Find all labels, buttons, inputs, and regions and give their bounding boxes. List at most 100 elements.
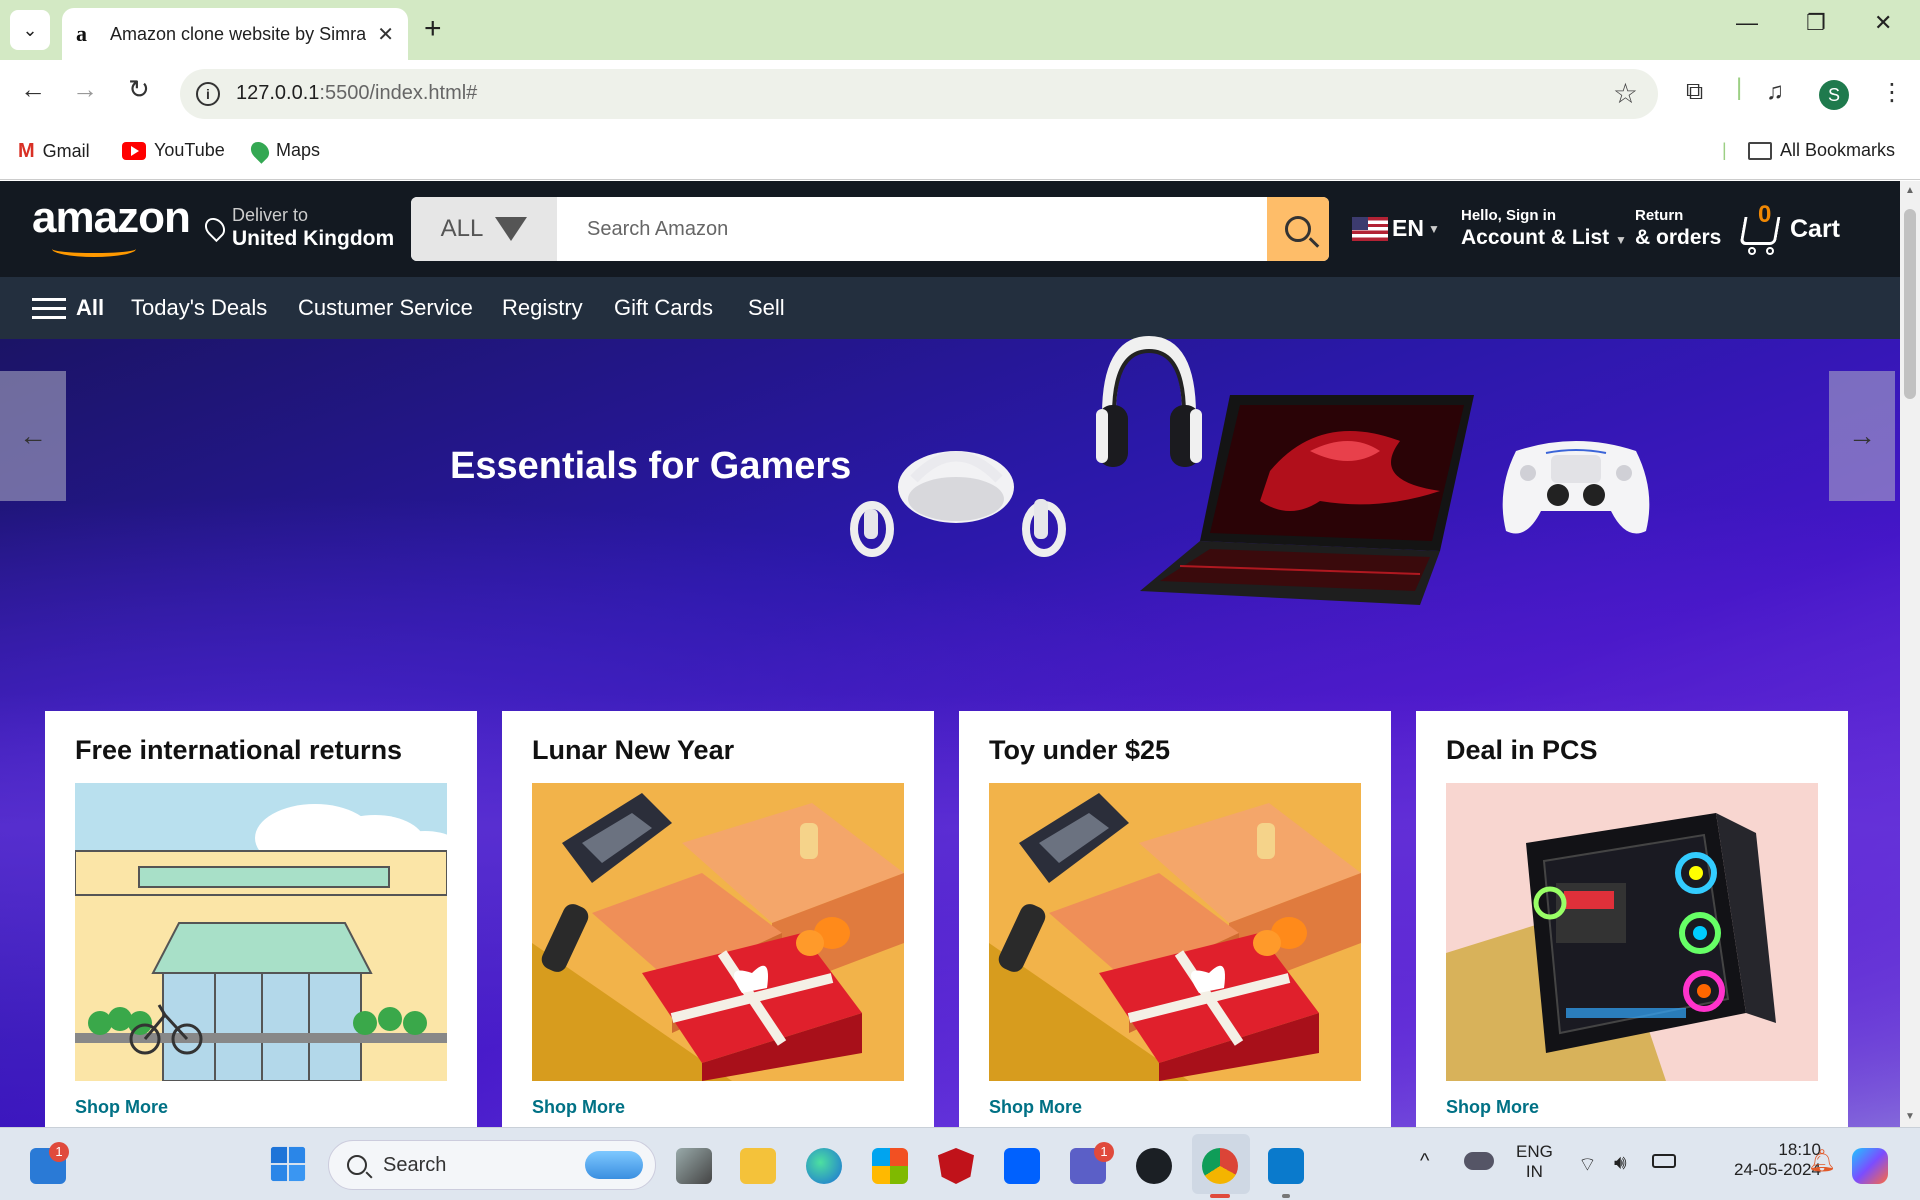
card-toy-under-25: Toy under $25 Shop More [959,711,1391,1127]
input-language[interactable]: ENG IN [1516,1142,1553,1182]
onedrive-icon[interactable] [1464,1152,1494,1170]
subnav-customer-service[interactable]: Custumer Service [298,295,473,321]
hero-title: Essentials for Gamers [450,445,852,487]
search-highlight-icon [585,1151,643,1179]
mcafee-icon[interactable] [938,1148,974,1184]
edge-icon[interactable] [806,1148,842,1184]
shop-more-link[interactable]: Shop More [532,1097,625,1118]
site-info-icon[interactable]: i [196,82,220,106]
windows-start-icon[interactable] [270,1146,306,1182]
windows-taskbar: 1 Search 1 ^ ENG IN ⌔ 🔊︎ 18:10 24-05-202… [0,1127,1920,1200]
profile-avatar[interactable]: S [1819,80,1849,110]
search-icon [1285,216,1311,242]
cart-wheel-icon [1766,247,1774,255]
dropdown-triangle-icon [495,217,528,241]
page-scrollbar[interactable]: ▲ ▼ [1900,181,1920,1127]
all-bookmarks-button[interactable]: All Bookmarks [1748,140,1895,161]
chrome-icon[interactable] [1202,1148,1238,1184]
scrollbar-thumb[interactable] [1904,209,1916,399]
dropbox-icon[interactable] [1004,1148,1040,1184]
wifi-icon[interactable]: ⌔ [1578,1152,1597,1177]
media-control-icon[interactable]: ♫ [1766,78,1784,106]
tab-close-icon[interactable]: ✕ [377,22,394,47]
battery-icon[interactable] [1652,1154,1676,1168]
tab-search-button[interactable]: ⌄ [10,10,50,50]
copilot-icon[interactable] [1852,1148,1888,1184]
bookmark-maps[interactable]: Maps [247,137,320,164]
minimize-icon[interactable]: — [1736,10,1758,36]
hamburger-menu-icon[interactable] [32,298,66,320]
account-label: Account & List ▼ [1461,226,1627,249]
search-bar: ALL [411,197,1329,261]
bookmark-label: Gmail [42,141,90,161]
returns-and-orders[interactable]: Return & orders [1635,207,1721,250]
search-input[interactable] [557,197,1257,261]
volume-icon[interactable]: 🔊︎ [1614,1152,1627,1175]
restore-icon[interactable]: ❐ [1806,10,1826,36]
carousel-next-button[interactable]: → [1829,371,1895,501]
url-text[interactable]: 127.0.0.1:5500/index.html# [236,82,477,105]
all-bookmarks-label: All Bookmarks [1780,140,1896,160]
microsoft-store-icon[interactable] [872,1148,908,1184]
card-title: Toy under $25 [989,735,1171,765]
file-explorer-icon[interactable] [740,1148,776,1184]
subnav-registry[interactable]: Registry [502,295,583,321]
card-title: Deal in PCS [1446,735,1598,765]
returns-label: Return [1635,207,1684,224]
search-icon [347,1155,367,1175]
language-selector[interactable]: EN ▼ [1352,215,1440,242]
chrome-menu-icon[interactable]: ⋮ [1880,78,1904,107]
back-icon[interactable]: ← [20,74,46,105]
window-close-icon[interactable]: ✕ [1874,10,1892,36]
github-icon[interactable] [1136,1148,1172,1184]
gift-box-image [532,783,904,1081]
language-label: EN [1392,215,1424,241]
gift-box-image [989,783,1361,1081]
show-hidden-icons[interactable]: ^ [1420,1150,1429,1173]
amazon-favicon-icon: a [76,21,87,46]
card-title: Free international returns [75,735,403,765]
shop-more-link[interactable]: Shop More [75,1097,168,1118]
scroll-down-icon[interactable]: ▼ [1905,1111,1915,1122]
youtube-icon [122,141,146,160]
bookmark-label: YouTube [154,140,225,160]
extensions-icon[interactable]: ⧉ [1686,78,1703,106]
search-button[interactable] [1267,197,1329,261]
account-greeting: Hello, Sign in [1461,207,1557,224]
browser-tab-active[interactable]: a Amazon clone website by Simra ✕ [62,8,408,60]
teams-badge: 1 [1094,1142,1114,1162]
subnav-sell[interactable]: Sell [748,295,785,321]
scroll-up-icon[interactable]: ▲ [1905,185,1915,196]
game-controller-image [1502,441,1650,534]
widgets-badge: 1 [49,1142,69,1162]
taskbar-search[interactable]: Search [328,1140,656,1190]
search-category-select[interactable]: ALL [411,197,557,261]
taskbar-search-label: Search [383,1154,447,1176]
card-lunar-new-year: Lunar New Year Shop More [502,711,934,1127]
cart-button[interactable]: 0 Cart [1739,201,1852,257]
carousel-prev-button[interactable]: ← [0,371,66,501]
amazon-subnav: All Today's Deals Custumer Service Regis… [0,277,1900,339]
bookmark-gmail[interactable]: M Gmail [18,140,90,163]
forward-icon[interactable]: → [72,74,98,105]
address-bar[interactable]: i 127.0.0.1:5500/index.html# ☆ [180,69,1658,119]
subnav-all[interactable]: All [76,295,104,321]
browser-titlebar: ⌄ a Amazon clone website by Simra ✕ + — … [0,0,1920,60]
subnav-todays-deals[interactable]: Today's Deals [131,295,267,321]
vscode-icon[interactable] [1268,1148,1304,1184]
gaming-pc-image [1446,783,1818,1081]
reload-icon[interactable]: ↻ [128,74,150,105]
card-free-returns: Free international returns Shop More [45,711,477,1127]
bookmark-star-icon[interactable]: ☆ [1613,77,1638,110]
us-flag-icon [1352,216,1388,241]
notification-bell-icon[interactable]: 🔔︎ [1808,1148,1836,1174]
account-and-lists[interactable]: Hello, Sign in Account & List ▼ [1461,207,1627,250]
task-view-icon[interactable] [676,1148,712,1184]
new-tab-icon[interactable]: + [424,12,442,46]
bookmark-youtube[interactable]: YouTube [122,140,225,161]
subnav-gift-cards[interactable]: Gift Cards [614,295,713,321]
amazon-logo[interactable]: amazon [32,193,191,243]
shop-more-link[interactable]: Shop More [989,1097,1082,1118]
shop-more-link[interactable]: Shop More [1446,1097,1539,1118]
card-deal-in-pcs: Deal in PCS Shop More [1416,711,1848,1127]
